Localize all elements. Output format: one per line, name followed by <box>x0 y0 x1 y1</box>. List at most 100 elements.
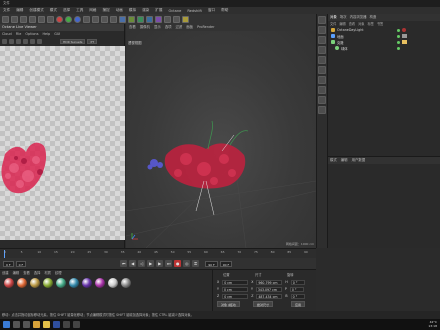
menu-item-redshift[interactable]: Redshift <box>184 9 205 13</box>
tab-takes[interactable]: 场次 <box>340 14 347 21</box>
z-axis-icon[interactable] <box>74 15 81 23</box>
tab-objects[interactable]: 对象 <box>330 14 337 21</box>
undo-icon[interactable] <box>2 15 9 23</box>
size-z-field[interactable]: 487.434 cm <box>256 293 283 299</box>
material-swatch[interactable] <box>95 278 105 288</box>
position-y-field[interactable]: 0 cm <box>221 286 248 292</box>
go-to-start-icon[interactable]: ⏮ <box>120 260 128 267</box>
rotation-h-field[interactable]: 0 ° <box>290 279 305 285</box>
redo-icon[interactable] <box>11 15 18 23</box>
menu-item[interactable]: 网格 <box>86 8 99 13</box>
cinema4d-icon[interactable] <box>53 321 60 328</box>
current-frame-field[interactable]: 0 F <box>15 260 27 267</box>
lock-resolution-icon[interactable] <box>37 38 42 44</box>
y-axis-icon[interactable] <box>65 15 72 23</box>
menu-item[interactable]: 查看 <box>349 21 355 27</box>
material-swatch[interactable] <box>121 278 131 288</box>
material-swatch[interactable] <box>30 278 40 288</box>
rotate-tool-icon[interactable] <box>47 15 54 23</box>
octane-tag-icon[interactable] <box>402 28 406 32</box>
end-frame-field[interactable]: 90 F <box>205 260 218 267</box>
size-x-field[interactable]: 960.799 cm <box>256 279 283 285</box>
light-icon[interactable] <box>182 15 189 23</box>
menu-item[interactable]: 纹理 <box>55 270 62 276</box>
snap-icon[interactable] <box>318 66 326 74</box>
key-icon[interactable]: ⚿ <box>192 260 200 267</box>
menu-item[interactable]: 书签 <box>377 21 383 27</box>
octane-menu-item[interactable]: File <box>16 31 22 37</box>
app-icon[interactable] <box>63 321 70 328</box>
viewport-menu-item[interactable]: 选项 <box>165 24 172 31</box>
menu-item[interactable]: 选择 <box>60 8 73 13</box>
material-swatch[interactable] <box>82 278 92 288</box>
position-z-field[interactable]: 0 cm <box>222 293 249 299</box>
menu-item[interactable]: 材质 <box>44 270 51 276</box>
menu-item[interactable]: 捕捉 <box>100 8 113 13</box>
environment-dropdown[interactable]: HDR Sunsets <box>60 38 86 44</box>
rotation-p-field[interactable]: 0 ° <box>289 286 304 292</box>
menu-item[interactable]: 文件 <box>330 21 336 27</box>
viewport-menu-item[interactable]: 过滤 <box>176 24 183 31</box>
timeline[interactable]: 0 5 10 15 20 25 30 35 40 45 50 55 60 65 70 75 80 85 90 <box>0 248 316 258</box>
viewport-menu-item[interactable]: ProRender <box>197 24 214 31</box>
object-row[interactable]: 球体 <box>328 45 440 51</box>
search-icon[interactable] <box>13 321 20 328</box>
menu-item[interactable]: 选择 <box>34 270 41 276</box>
coord-system-icon[interactable] <box>83 15 90 23</box>
menu-item[interactable]: 标签 <box>368 21 374 27</box>
auto-key-icon[interactable]: ◎ <box>183 260 191 267</box>
material-tag-icon[interactable] <box>402 40 407 44</box>
explorer-icon[interactable] <box>43 321 50 328</box>
record-icon[interactable]: ● <box>174 260 182 267</box>
system-clock[interactable]: 42°C 13:18 <box>428 320 437 328</box>
viewport-menu-item[interactable]: 面板 <box>186 24 193 31</box>
size-mode-dropdown[interactable]: 绝对尺寸 <box>253 301 274 307</box>
max-frame-field[interactable]: 90 F <box>219 260 233 267</box>
viewport-menu-item[interactable]: 查看 <box>129 24 136 31</box>
browser-icon[interactable] <box>33 321 40 328</box>
lock-icon[interactable] <box>318 96 326 104</box>
pen-icon[interactable] <box>128 15 135 23</box>
x-axis-icon[interactable] <box>56 15 63 23</box>
material-swatch[interactable] <box>108 278 118 288</box>
rotation-b-field[interactable]: 0 ° <box>290 293 305 299</box>
material-tag-icon[interactable] <box>402 34 407 38</box>
floor-icon[interactable] <box>164 15 171 23</box>
camera-icon[interactable] <box>173 15 180 23</box>
tab-content-browser[interactable]: 内容浏览器 <box>350 14 367 21</box>
viewport-menu-item[interactable]: 显示 <box>154 24 161 31</box>
cube-icon[interactable] <box>119 15 126 23</box>
menu-item[interactable]: 渲染 <box>139 8 152 13</box>
start-frame-field[interactable]: 0 F <box>3 260 14 267</box>
play-icon[interactable]: ▶ <box>147 260 155 267</box>
menu-item[interactable]: 对象 <box>358 21 364 27</box>
menu-item-octane[interactable]: Octane <box>165 9 184 13</box>
menu-item[interactable]: 创建 <box>2 270 9 276</box>
region-render-icon[interactable] <box>30 38 35 44</box>
polygon-mode-icon[interactable] <box>318 46 326 54</box>
move-tool-icon[interactable] <box>29 15 36 23</box>
tab-mode[interactable]: 模式 <box>330 157 337 164</box>
octane-menu-item[interactable]: Options <box>25 31 38 37</box>
material-swatch[interactable] <box>17 278 27 288</box>
material-swatch[interactable] <box>43 278 53 288</box>
next-key-icon[interactable]: ▶ <box>156 260 164 267</box>
coordinate-mode-dropdown[interactable]: 对象 (相对) <box>217 301 241 307</box>
go-to-end-icon[interactable]: ⏭ <box>165 260 173 267</box>
position-x-field[interactable]: 0 cm <box>222 279 249 285</box>
subdivision-icon[interactable] <box>137 15 144 23</box>
menu-item[interactable]: 模拟 <box>126 8 139 13</box>
axis-mode-icon[interactable] <box>318 56 326 64</box>
stop-render-icon[interactable] <box>23 38 28 44</box>
restart-render-icon[interactable] <box>9 38 14 44</box>
pause-render-icon[interactable] <box>16 38 21 44</box>
menu-item[interactable]: 动画 <box>113 8 126 13</box>
material-swatch[interactable] <box>69 278 79 288</box>
task-view-icon[interactable] <box>23 321 30 328</box>
send-scene-icon[interactable] <box>2 38 7 44</box>
menu-item[interactable]: 工具 <box>73 8 86 13</box>
menu-item[interactable]: 窗口 <box>205 8 218 13</box>
render-settings-icon[interactable] <box>110 15 117 23</box>
octane-menu-item[interactable]: GUI <box>54 31 60 37</box>
tab-structure[interactable]: 构造 <box>370 14 377 21</box>
